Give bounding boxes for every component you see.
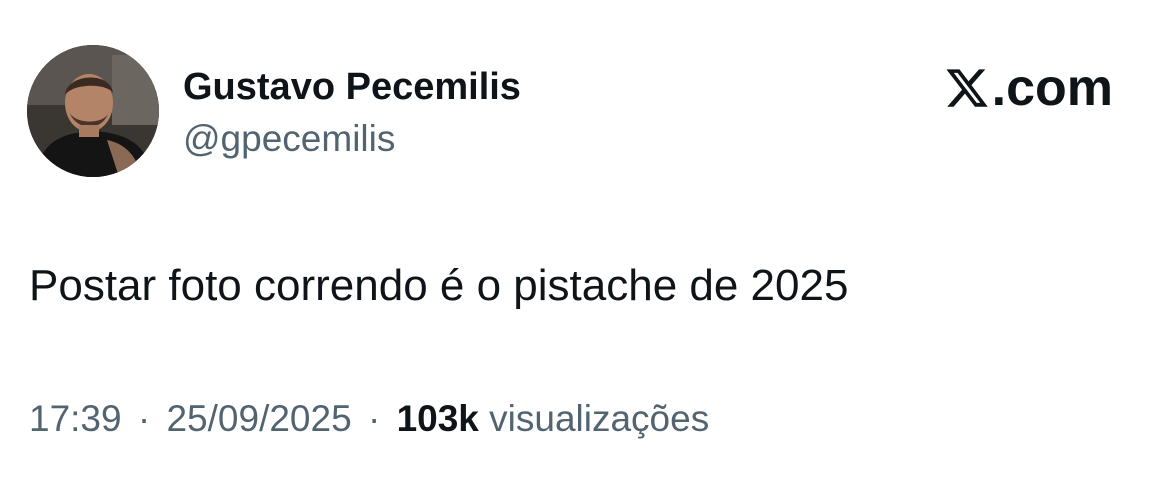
- brand-text: .com: [991, 59, 1113, 117]
- brand-watermark: .com: [944, 58, 1113, 118]
- handle[interactable]: @gpecemilis: [183, 116, 395, 162]
- tweet-card: Gustavo Pecemilis @gpecemilis .com Posta…: [0, 0, 1170, 484]
- tweet-text: Postar foto correndo é o pistache de 202…: [29, 261, 849, 310]
- meta-separator: ·: [367, 398, 381, 439]
- profile-photo-icon: [27, 45, 159, 177]
- display-name[interactable]: Gustavo Pecemilis: [183, 64, 521, 110]
- avatar[interactable]: [27, 45, 159, 177]
- tweet-date[interactable]: 25/09/2025: [166, 398, 351, 439]
- views-count[interactable]: 103k: [397, 398, 479, 439]
- meta-separator: ·: [137, 398, 151, 439]
- x-logo-icon: [944, 65, 990, 111]
- tweet-time[interactable]: 17:39: [29, 398, 122, 439]
- views-label: visualizações: [489, 398, 710, 439]
- tweet-meta: 17:39 · 25/09/2025 · 103k visualizações: [29, 394, 709, 444]
